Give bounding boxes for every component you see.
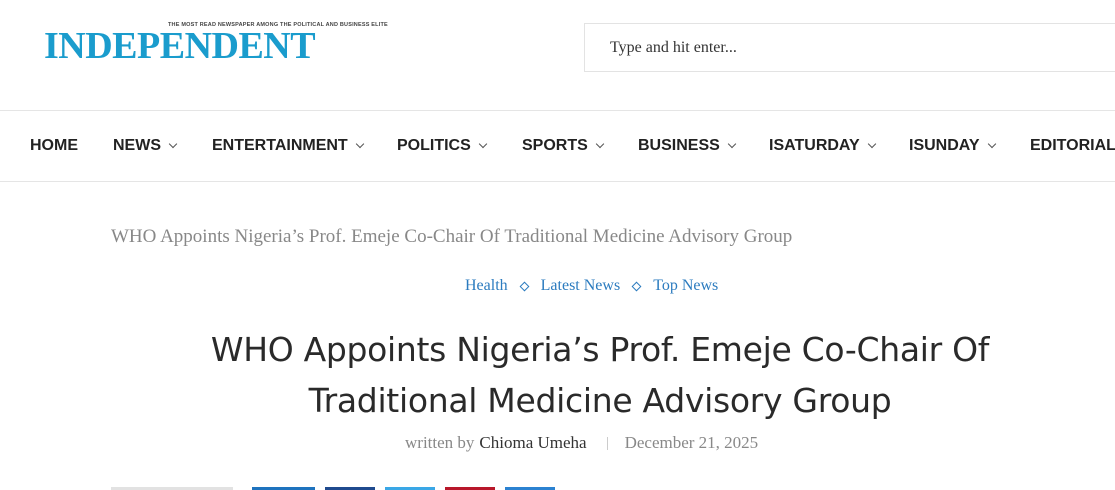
nav-item-label: EDITORIAL: [1030, 137, 1115, 154]
article-title: WHO Appoints Nigeria’s Prof. Emeje Co-Ch…: [210, 330, 990, 420]
diamond-separator-icon: [631, 281, 642, 291]
search-box[interactable]: [584, 23, 1115, 72]
nav-item-sports[interactable]: SPORTS: [522, 111, 605, 181]
nav-item-label: POLITICS: [397, 137, 471, 154]
nav-item-entertainment[interactable]: ENTERTAINMENT: [212, 111, 364, 181]
chevron-down-icon: [987, 139, 996, 149]
article-meta: written by Chioma Umeha December 21, 202…: [405, 433, 758, 453]
breadcrumb: WHO Appoints Nigeria’s Prof. Emeje Co-Ch…: [111, 226, 793, 247]
site-logo[interactable]: THE MOST READ NEWSPAPER AMONG THE POLITI…: [44, 18, 388, 67]
search-input[interactable]: [585, 24, 1115, 71]
category-link-top-news[interactable]: Top News: [653, 277, 718, 295]
nav-item-editorial[interactable]: EDITORIAL: [1030, 111, 1115, 181]
category-link-latest-news[interactable]: Latest News: [541, 277, 621, 295]
main-nav: HOME NEWS ENTERTAINMENT POLITICS SPORTS …: [0, 110, 1115, 182]
site-header: THE MOST READ NEWSPAPER AMONG THE POLITI…: [0, 0, 1115, 110]
category-link-health[interactable]: Health: [465, 277, 508, 295]
chevron-down-icon: [168, 139, 178, 149]
chevron-down-icon: [727, 139, 737, 149]
nav-item-politics[interactable]: POLITICS: [397, 111, 488, 181]
nav-item-label: HOME: [30, 137, 78, 154]
written-by-label: written by: [405, 433, 475, 452]
nav-item-label: ISATURDAY: [769, 137, 860, 154]
publish-date: December 21, 2025: [624, 433, 759, 452]
author-link[interactable]: Chioma Umeha: [479, 433, 586, 453]
nav-item-news[interactable]: NEWS: [113, 111, 178, 181]
nav-item-home[interactable]: HOME: [30, 111, 78, 181]
nav-item-label: ISUNDAY: [909, 137, 980, 154]
chevron-down-icon: [595, 139, 605, 149]
nav-item-label: SPORTS: [522, 137, 588, 154]
nav-item-label: BUSINESS: [638, 137, 720, 154]
diamond-separator-icon: [519, 281, 530, 291]
chevron-down-icon: [355, 139, 364, 149]
nav-item-business[interactable]: BUSINESS: [638, 111, 737, 181]
meta-divider: [606, 436, 608, 450]
chevron-down-icon: [478, 139, 488, 149]
article-categories: Health Latest News Top News: [465, 277, 718, 295]
nav-item-isaturday[interactable]: ISATURDAY: [769, 111, 876, 181]
nav-item-label: NEWS: [113, 137, 161, 154]
nav-item-label: ENTERTAINMENT: [212, 137, 348, 154]
nav-item-isunday[interactable]: ISUNDAY: [909, 111, 996, 181]
chevron-down-icon: [867, 139, 876, 149]
logo-wordmark: INDEPENDENT: [44, 25, 316, 67]
